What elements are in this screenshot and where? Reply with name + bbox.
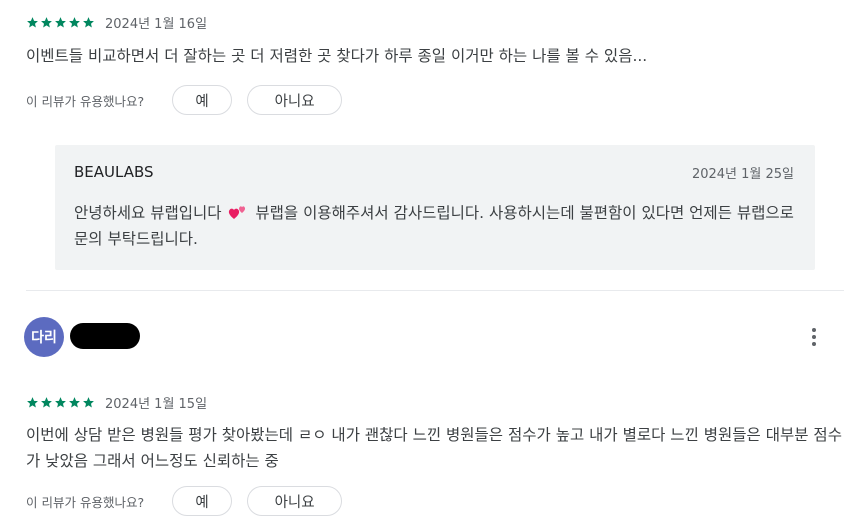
- review-date: 2024년 1월 15일: [105, 397, 208, 412]
- star-icon: [26, 16, 39, 29]
- reply-date: 2024년 1월 25일: [691, 167, 794, 182]
- helpful-yes-button[interactable]: 예: [172, 85, 233, 115]
- developer-name: BEAULABS: [74, 163, 154, 181]
- star-icon: [40, 396, 53, 409]
- helpful-no-button[interactable]: 아니요: [247, 85, 343, 115]
- helpful-question: 이 리뷰가 유용했나요?: [26, 494, 145, 510]
- developer-reply: BEAULABS 2024년 1월 25일 안녕하세요 뷰랩입니다 뷰랩을 이용…: [55, 145, 815, 270]
- star-rating: [26, 396, 95, 409]
- star-icon: [68, 396, 81, 409]
- star-icon: [26, 396, 39, 409]
- author-name-redacted: [70, 323, 140, 349]
- review-date: 2024년 1월 16일: [105, 17, 208, 32]
- two-hearts-icon: [228, 202, 248, 219]
- star-icon: [68, 16, 81, 29]
- more-vert-icon[interactable]: [804, 324, 824, 350]
- helpful-no-button[interactable]: 아니요: [247, 486, 343, 516]
- star-icon: [54, 16, 67, 29]
- rating-row: 2024년 1월 16일: [26, 13, 207, 32]
- review-text: 이번에 상담 받은 병원들 평가 찾아봤는데 ㄹㅇ 내가 괜찮다 느낀 병원들은…: [26, 426, 842, 470]
- helpful-yes-button[interactable]: 예: [172, 486, 233, 516]
- reply-text-before: 안녕하세요 뷰랩입니다: [74, 204, 222, 222]
- star-icon: [82, 16, 95, 29]
- helpful-question: 이 리뷰가 유용했나요?: [26, 93, 145, 109]
- divider: [26, 290, 844, 291]
- star-icon: [82, 396, 95, 409]
- star-icon: [40, 16, 53, 29]
- helpful-row: 이 리뷰가 유용했나요? 예 아니요: [26, 85, 343, 115]
- helpful-row: 이 리뷰가 유용했나요? 예 아니요: [26, 486, 343, 516]
- star-icon: [54, 396, 67, 409]
- avatar: 다리: [24, 317, 64, 357]
- star-rating: [26, 16, 95, 29]
- rating-row: 2024년 1월 15일: [26, 393, 207, 412]
- reply-text: 안녕하세요 뷰랩입니다 뷰랩을 이용해주셔서 감사드립니다. 사용하시는데 불편…: [74, 200, 794, 252]
- review-text: 이벤트들 비교하면서 더 잘하는 곳 더 저렴한 곳 찾다가 하루 종일 이거만…: [26, 47, 648, 65]
